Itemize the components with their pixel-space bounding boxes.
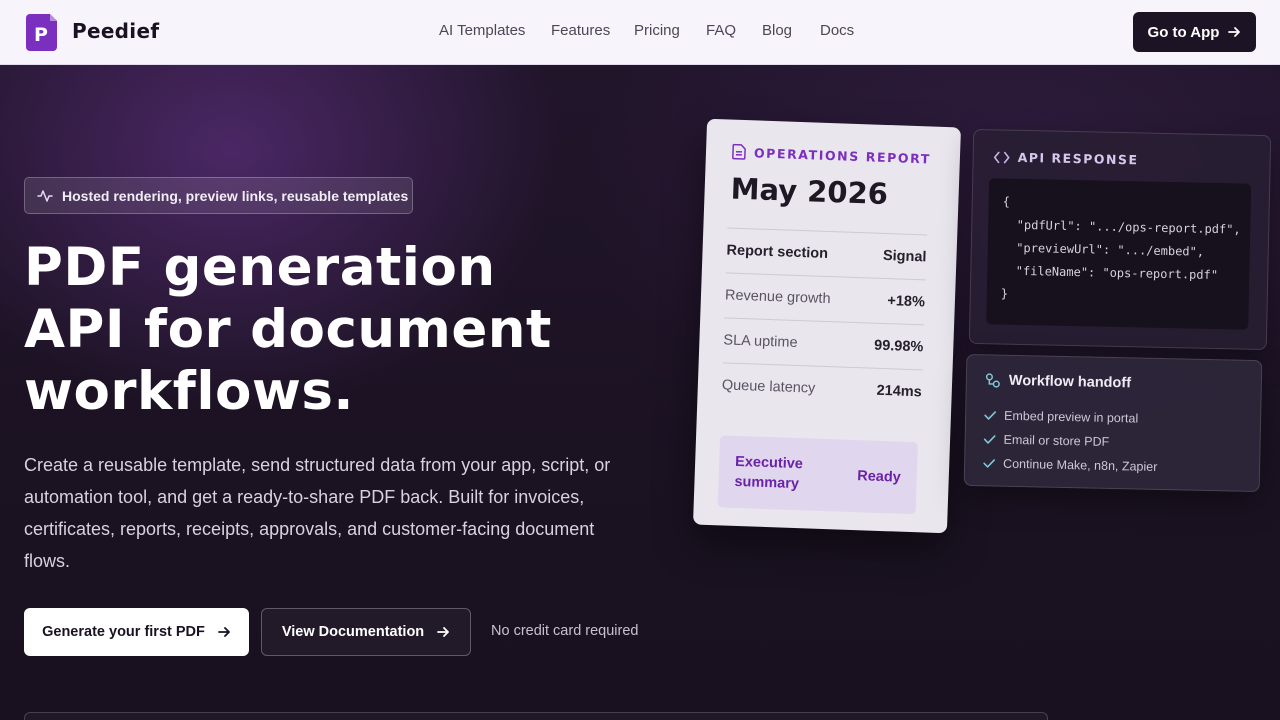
report-header-section: Report section	[726, 242, 829, 262]
workflow-handoff-title: Workflow handoff	[1008, 372, 1132, 392]
hero-headline: PDF generation API for document workflow…	[24, 237, 664, 423]
check-icon	[983, 459, 995, 468]
code-brackets-icon	[993, 151, 1010, 163]
executive-summary-label: Executive summary	[734, 453, 804, 493]
row-label: Revenue growth	[724, 287, 831, 308]
hero-section: Hosted rendering, preview links, reusabl…	[0, 65, 1280, 720]
workflow-handoff-card: Workflow handoff Embed preview in portal…	[963, 353, 1263, 493]
hero-description: Create a reusable template, send structu…	[24, 455, 611, 571]
hero-headline-line-2: API for document	[24, 299, 552, 360]
list-item: Continue Make, n8n, Zapier	[983, 451, 1158, 479]
top-navbar: P Peedief AI Templates Features Pricing …	[0, 0, 1280, 65]
table-row: Queue latency 214ms	[721, 362, 923, 415]
row-value: 99.98%	[873, 337, 924, 356]
feature-badge: Hosted rendering, preview links, reusabl…	[24, 177, 413, 214]
arrow-right-icon	[217, 627, 230, 637]
nav-link-blog[interactable]: Blog	[762, 22, 792, 39]
row-value: 214ms	[876, 382, 923, 401]
arrow-right-icon	[1228, 27, 1241, 37]
check-icon	[983, 435, 996, 444]
nav-link-faq[interactable]: FAQ	[706, 22, 736, 39]
executive-summary-status: Ready	[856, 468, 902, 486]
generate-first-pdf-button[interactable]: Generate your first PDF	[24, 608, 249, 656]
operations-report-card: OPERATIONS REPORT May 2026 Report sectio…	[692, 118, 962, 534]
nav-link-docs[interactable]: Docs	[820, 22, 854, 39]
nav-link-ai-templates[interactable]: AI Templates	[439, 22, 525, 39]
workflow-link-icon	[985, 373, 1000, 388]
view-documentation-label: View Documentation	[281, 624, 425, 640]
api-response-code: { "pdfUrl": ".../ops-report.pdf", "previ…	[986, 178, 1252, 330]
brand-name[interactable]: Peedief	[72, 19, 159, 43]
report-title: May 2026	[730, 171, 889, 212]
go-to-app-button[interactable]: Go to App	[1133, 12, 1256, 52]
table-row: SLA uptime 99.98%	[722, 317, 925, 370]
view-documentation-button[interactable]: View Documentation	[261, 608, 471, 656]
report-kicker: OPERATIONS REPORT	[732, 143, 932, 167]
row-label: SLA uptime	[723, 332, 798, 351]
table-row: Revenue growth +18%	[724, 272, 926, 325]
row-value: +18%	[887, 293, 926, 311]
report-header-signal: Signal	[882, 247, 927, 266]
peedief-logo-icon[interactable]: P	[26, 14, 57, 51]
list-item: Embed preview in portal	[984, 403, 1159, 431]
workflow-item-label: Email or store PDF	[1003, 432, 1110, 449]
report-table: Report section Signal Revenue growth +18…	[721, 227, 928, 415]
report-kicker-text: OPERATIONS REPORT	[753, 144, 932, 167]
check-icon	[984, 411, 997, 420]
generate-first-pdf-label: Generate your first PDF	[42, 624, 205, 640]
activity-pulse-icon	[37, 189, 53, 202]
document-icon	[732, 143, 746, 160]
api-response-card: API RESPONSE { "pdfUrl": ".../ops-report…	[968, 128, 1272, 351]
api-response-title: API RESPONSE	[1017, 149, 1139, 168]
hero-headline-line-1: PDF generation	[24, 237, 496, 298]
nav-link-pricing[interactable]: Pricing	[634, 22, 680, 39]
arrow-right-icon	[437, 627, 450, 637]
workflow-item-label: Embed preview in portal	[1003, 408, 1139, 426]
preview-panel-edge	[24, 712, 1048, 720]
api-response-heading: API RESPONSE	[993, 149, 1139, 168]
report-table-header: Report section Signal	[725, 227, 928, 280]
feature-badge-text: Hosted rendering, preview links, reusabl…	[62, 187, 409, 204]
no-credit-card-note: No credit card required	[491, 623, 639, 639]
workflow-list: Embed preview in portal Email or store P…	[983, 403, 1159, 479]
hero-headline-line-3: workflows.	[24, 361, 355, 422]
row-label: Queue latency	[721, 377, 816, 397]
list-item: Email or store PDF	[983, 427, 1158, 455]
go-to-app-label: Go to App	[1147, 23, 1220, 41]
workflow-handoff-heading: Workflow handoff	[985, 372, 1131, 391]
workflow-item-label: Continue Make, n8n, Zapier	[1002, 456, 1158, 474]
svg-text:P: P	[34, 24, 48, 46]
nav-link-features[interactable]: Features	[551, 22, 610, 39]
executive-summary-box: Executive summary Ready	[717, 435, 918, 515]
